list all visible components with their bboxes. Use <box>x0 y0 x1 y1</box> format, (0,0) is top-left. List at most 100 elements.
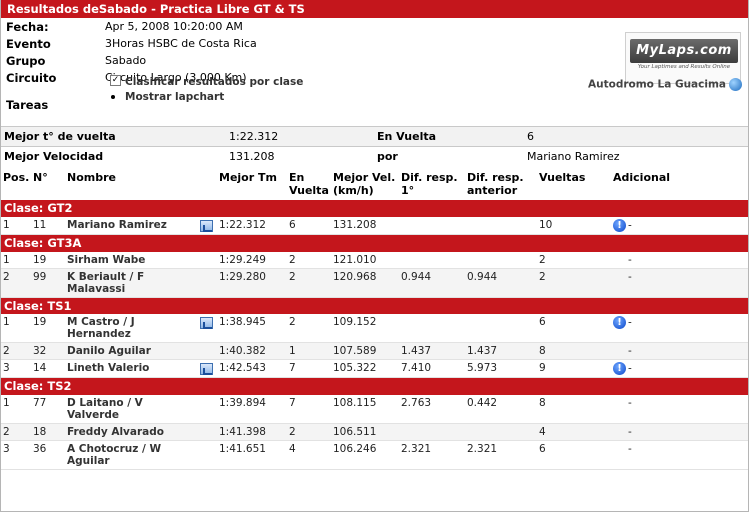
cell-mejor-tm: 1:42.543 <box>217 359 287 378</box>
table-row[interactable]: 1 11 Mariano Ramirez 1:22.312 6 131.208 10! - <box>1 217 748 235</box>
results-window: Resultados deSabado - Practica Libre GT … <box>0 0 749 512</box>
cell-mejor-vel-text: 106.511 <box>333 425 377 438</box>
cell-nombre: A Chotocruz / W Aguilar <box>65 440 217 470</box>
cell-en-vuelta-text: 2 <box>289 316 296 328</box>
results-body: Clase: GT2 1 11 Mariano Ramirez 1:22.312 6 131… <box>1 200 748 470</box>
cell-pos: 1 <box>1 394 31 424</box>
fecha-value: Apr 5, 2008 10:20:00 AM <box>105 20 243 33</box>
table-row[interactable]: 2 99 K Beriault / F Malavassi 1:29.280 2 120.… <box>1 268 748 298</box>
cell-mejor-tm-text: 1:41.398 <box>219 425 266 438</box>
by-value: Mariano Ramirez <box>527 150 620 163</box>
cell-mejor-tm-text: 1:22.312 <box>219 219 266 231</box>
cell-mejor-vel-text: 121.010 <box>333 253 377 266</box>
info-icon[interactable]: ! <box>613 219 626 232</box>
clasificar-label[interactable]: Clasificar resultados por clase <box>125 76 303 88</box>
col-mejor-tm[interactable]: Mejor Tm <box>217 168 287 200</box>
cell-mejor-vel: 105.322 <box>331 359 399 378</box>
col-pos[interactable]: Pos. <box>1 168 31 200</box>
table-row[interactable]: 1 19 Sirham Wabe 1:29.249 2 121.010 2 - <box>1 251 748 269</box>
table-row[interactable]: 1 77 D Laitano / V Valverde 1:39.894 7 108.11… <box>1 394 748 424</box>
cell-nombre: M Castro / J Hernandez <box>65 314 217 343</box>
table-row[interactable]: 2 32 Danilo Aguilar 1:40.382 1 107.589 1.437 1.… <box>1 342 748 360</box>
best-lap-value: 1:22.312 <box>229 130 279 143</box>
col-num[interactable]: N° <box>31 168 65 200</box>
cell-dif1 <box>399 217 465 235</box>
cell-mejor-vel-text: 109.152 <box>333 316 377 328</box>
cell-mejor-vel-text: 105.322 <box>333 362 377 374</box>
adicional-text: - <box>628 270 632 283</box>
cell-pos-text: 3 <box>3 362 10 374</box>
cell-adicional: - <box>611 251 748 269</box>
info-icon[interactable]: ! <box>613 362 626 375</box>
cell-vueltas-text: 2 <box>539 270 546 283</box>
cell-difant <box>465 314 537 343</box>
cell-adicional: - <box>611 423 748 441</box>
cell-dif1: 2.321 <box>399 440 465 470</box>
cell-mejor-tm-text: 1:41.651 <box>219 442 266 455</box>
best-lap-label: Mejor t° de vuelta <box>4 130 116 143</box>
cell-difant-text: 0.442 <box>467 396 498 409</box>
cell-mejor-vel-text: 131.208 <box>333 219 377 231</box>
cell-nombre-text: Danilo Aguilar <box>67 345 151 357</box>
cell-mejor-tm: 1:39.894 <box>217 394 287 424</box>
table-header: Pos. N° Nombre Mejor Tm En Vuelta Mejor … <box>1 168 748 200</box>
adicional-text: - <box>628 362 632 375</box>
cell-vueltas: 4 <box>537 423 611 441</box>
table-row[interactable]: 3 14 Lineth Valerio 1:42.543 7 105.322 7.410 5.… <box>1 359 748 378</box>
col-vueltas[interactable]: Vueltas <box>537 168 611 200</box>
cell-dif1: 2.763 <box>399 394 465 424</box>
cell-num: 36 <box>31 440 65 470</box>
cell-nombre: Mariano Ramirez <box>65 217 217 235</box>
cell-difant <box>465 251 537 269</box>
class-name: Clase: TS1 <box>1 297 748 314</box>
lapchart-icon[interactable] <box>200 363 213 375</box>
summary-row-best-lap: Mejor t° de vuelta 1:22.312 En Vuelta 6 <box>1 126 748 146</box>
cell-pos-text: 1 <box>3 316 10 328</box>
cell-vueltas: 10 <box>537 217 611 235</box>
cell-nombre-text: M Castro / J Hernandez <box>67 316 135 340</box>
grupo-label: Grupo <box>6 54 46 68</box>
cell-vueltas-text: 4 <box>539 425 546 438</box>
cell-adicional: ! - <box>611 359 748 378</box>
cell-en-vuelta-text: 4 <box>289 442 296 455</box>
cell-en-vuelta-text: 7 <box>289 396 296 409</box>
cell-nombre-text: A Chotocruz / W Aguilar <box>67 442 162 467</box>
cell-en-vuelta: 2 <box>287 423 331 441</box>
cell-difant-text: 1.437 <box>467 345 498 357</box>
cell-mejor-vel: 131.208 <box>331 217 399 235</box>
cell-num: 11 <box>31 217 65 235</box>
cell-pos: 2 <box>1 268 31 298</box>
col-en-vuelta[interactable]: En Vuelta <box>287 168 331 200</box>
cell-num-text: 14 <box>33 362 47 374</box>
table-row[interactable]: 3 36 A Chotocruz / W Aguilar 1:41.651 4 106.2… <box>1 440 748 470</box>
cell-mejor-vel-text: 108.115 <box>333 396 377 409</box>
col-nombre[interactable]: Nombre <box>65 168 217 200</box>
lapchart-icon[interactable] <box>200 220 213 232</box>
info-icon[interactable]: ! <box>613 316 626 329</box>
cell-en-vuelta: 6 <box>287 217 331 235</box>
table-row[interactable]: 1 19 M Castro / J Hernandez 1:38.945 2 109.15… <box>1 314 748 343</box>
cell-mejor-vel: 108.115 <box>331 394 399 424</box>
lapchart-icon[interactable] <box>200 317 213 329</box>
cell-dif1 <box>399 314 465 343</box>
track-name[interactable]: Autodromo La Guacima <box>588 78 742 91</box>
cell-mejor-tm-text: 1:29.280 <box>219 270 266 283</box>
col-adicional[interactable]: Adicional <box>611 168 748 200</box>
mylaps-logo[interactable]: MyLaps.com Your Laptimes and Results Onl… <box>625 32 741 84</box>
cell-mejor-tm: 1:40.382 <box>217 342 287 360</box>
cell-pos-text: 2 <box>3 270 10 283</box>
globe-icon <box>729 78 742 91</box>
table-row[interactable]: 2 18 Freddy Alvarado 1:41.398 2 106.511 4 - <box>1 423 748 441</box>
clasificar-checkbox[interactable]: ✓ <box>110 75 121 86</box>
cell-num: 18 <box>31 423 65 441</box>
col-mejor-vel[interactable]: Mejor Vel. (km/h) <box>331 168 399 200</box>
lapchart-link[interactable]: Mostrar lapchart <box>125 91 224 103</box>
cell-pos-text: 1 <box>3 219 10 231</box>
cell-adicional: - <box>611 440 748 470</box>
col-dif1[interactable]: Dif. resp. 1° <box>399 168 465 200</box>
col-difant[interactable]: Dif. resp. anterior <box>465 168 537 200</box>
cell-pos: 1 <box>1 251 31 269</box>
cell-en-vuelta-text: 7 <box>289 362 296 374</box>
cell-mejor-tm: 1:38.945 <box>217 314 287 343</box>
cell-num-text: 19 <box>33 253 47 266</box>
